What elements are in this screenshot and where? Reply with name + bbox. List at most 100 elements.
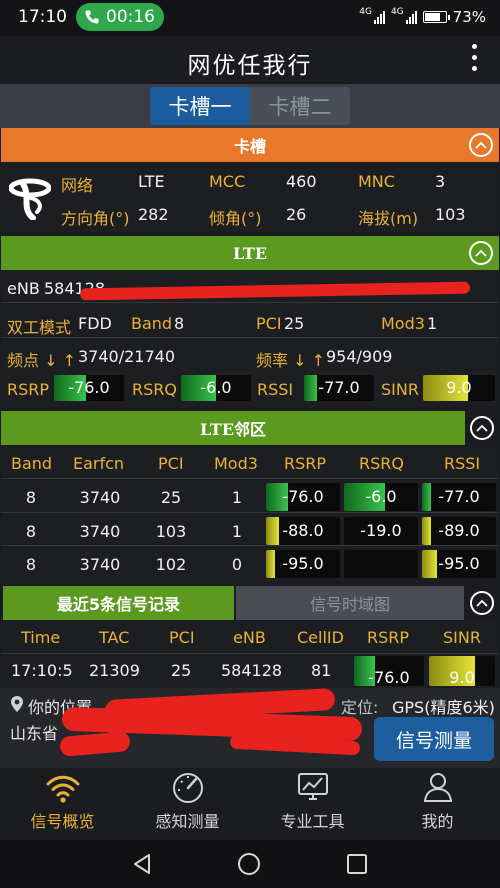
neighbor-rsrq-meter: -19.0 — [344, 517, 418, 545]
user-icon — [423, 773, 452, 802]
divider — [1, 512, 499, 513]
duplex-value: FDD — [78, 314, 112, 333]
location-pin-icon — [11, 696, 23, 712]
band-label: Band — [131, 314, 173, 333]
record-cellid: 81 — [311, 661, 332, 680]
pci-value: 25 — [284, 314, 305, 333]
collapse-icon[interactable] — [469, 241, 493, 265]
mod3-label: Mod3 — [381, 314, 425, 333]
back-icon[interactable] — [131, 852, 153, 876]
col-rssi: RSSI — [444, 454, 481, 473]
neighbor-earfcn: 3740 — [79, 555, 121, 574]
neighbor-rsrp-value: -95.0 — [282, 554, 324, 573]
rsrq-value: -6.0 — [200, 378, 232, 397]
col-tac: TAC — [99, 628, 130, 647]
nav-signal-overview[interactable]: 信号概览 — [0, 768, 125, 840]
tilt-value: 26 — [286, 205, 307, 224]
tab-signal-timeline[interactable]: 信号时域图 — [236, 586, 464, 620]
neighbor-rsrp-meter: -88.0 — [266, 517, 340, 545]
rsrp-meter: -76.0 — [54, 375, 124, 401]
tab-slot-1[interactable]: 卡槽一 — [150, 87, 250, 125]
pci-label: PCI — [256, 314, 282, 333]
rsrp-value: -76.0 — [68, 378, 110, 397]
collapse-icon[interactable] — [470, 591, 494, 615]
recents-icon[interactable] — [345, 852, 369, 876]
neighbor-rssi-value: -77.0 — [438, 487, 480, 506]
call-timer: 00:16 — [106, 7, 155, 27]
slot-section-title: 卡槽 — [233, 137, 266, 156]
divider — [1, 337, 499, 338]
rssi-value: -77.0 — [318, 378, 360, 397]
wifi-icon — [46, 775, 79, 803]
mcc-value: 460 — [286, 172, 317, 191]
slot-section-body: 网络 LTE MCC 460 MNC 3 方向角(°) 282 倾角(°) 26… — [1, 162, 499, 232]
record-tac: 21309 — [89, 661, 140, 680]
call-indicator[interactable]: 00:16 — [76, 3, 164, 31]
app-title-bar: 网优任我行 — [0, 36, 500, 84]
altitude-value: 103 — [435, 205, 466, 224]
nav-label: 信号概览 — [30, 812, 95, 831]
collapse-icon[interactable] — [469, 133, 493, 157]
altitude-label: 海拔(m) — [358, 209, 419, 228]
bottom-nav: 信号概览 感知测量 专业工具 我的 — [0, 768, 500, 840]
rsrq-label: RSRQ — [132, 380, 177, 399]
nav-perception-test[interactable]: 感知测量 — [125, 768, 250, 840]
azimuth-value: 282 — [138, 205, 169, 224]
record-rsrp-meter: -76.0 — [354, 656, 424, 686]
rssi-meter: -77.0 — [304, 375, 374, 401]
record-pci: 25 — [171, 661, 192, 680]
neighbor-mod3: 1 — [231, 522, 243, 541]
status-bar: 17:10 00:16 4G 4G 73% — [0, 0, 500, 36]
neighbor-section-header[interactable]: LTE邻区 — [1, 411, 465, 445]
neighbor-pci: 103 — [155, 522, 187, 541]
location-mode-label: 定位: — [341, 698, 379, 717]
tab-slot-2[interactable]: 卡槽二 — [250, 87, 350, 125]
nav-me[interactable]: 我的 — [375, 768, 500, 840]
neighbor-rsrp-value: -88.0 — [282, 521, 324, 540]
system-nav-bar — [0, 840, 500, 888]
location-province: 山东省 — [10, 724, 59, 743]
col-earfcn: Earfcn — [73, 454, 125, 473]
network-value: LTE — [138, 172, 165, 191]
neighbor-mod3: 1 — [231, 488, 243, 507]
neighbor-pci: 25 — [160, 488, 182, 507]
nav-pro-tools[interactable]: 专业工具 — [250, 768, 375, 840]
signal-strength-icon — [373, 10, 385, 24]
sinr-value: 9.0 — [446, 378, 472, 397]
rssi-label: RSSI — [257, 380, 294, 399]
signal-measure-button[interactable]: 信号测量 — [374, 717, 494, 761]
divider — [1, 478, 499, 479]
neighbor-rsrq-value: -6.0 — [365, 487, 397, 506]
nav-label: 专业工具 — [280, 812, 345, 831]
sinr-meter: 9.0 — [423, 375, 495, 401]
lte-section-header[interactable]: LTE — [1, 236, 499, 270]
home-icon[interactable] — [236, 851, 262, 877]
divider — [1, 653, 499, 654]
neighbor-rsrp-value: -76.0 — [282, 487, 324, 506]
col-rsrq: RSRQ — [359, 454, 404, 473]
neighbor-band: 8 — [25, 522, 37, 541]
more-options-icon[interactable] — [472, 44, 478, 77]
neighbor-rssi-meter: -89.0 — [422, 517, 496, 545]
neighbor-rsrq-meter — [344, 550, 418, 578]
col-time: Time — [21, 628, 61, 647]
neighbor-rssi-value: -89.0 — [438, 521, 480, 540]
freq-value: 954/909 — [326, 347, 393, 366]
gauge-icon — [172, 773, 203, 803]
nav-label: 感知测量 — [155, 812, 220, 831]
neighbor-rsrp-meter: -95.0 — [266, 550, 340, 578]
rsrp-label: RSRP — [7, 380, 50, 399]
sinr-label: SINR — [381, 380, 419, 399]
record-sinr: 9.0 — [449, 668, 475, 686]
divider — [1, 545, 499, 546]
records-table: Time TAC PCI eNB CellID RSRP SINR 17:10:… — [1, 620, 499, 688]
mcc-label: MCC — [209, 172, 246, 191]
tab-recent-records[interactable]: 最近5条信号记录 — [3, 586, 234, 620]
lte-section-title: LTE — [232, 243, 268, 263]
slot-section-header[interactable]: 卡槽 — [1, 128, 499, 162]
col-band: Band — [11, 454, 53, 473]
network-label: 网络 — [61, 176, 94, 195]
china-telecom-logo — [9, 178, 51, 220]
collapse-icon[interactable] — [470, 416, 494, 440]
mnc-label: MNC — [358, 172, 395, 191]
